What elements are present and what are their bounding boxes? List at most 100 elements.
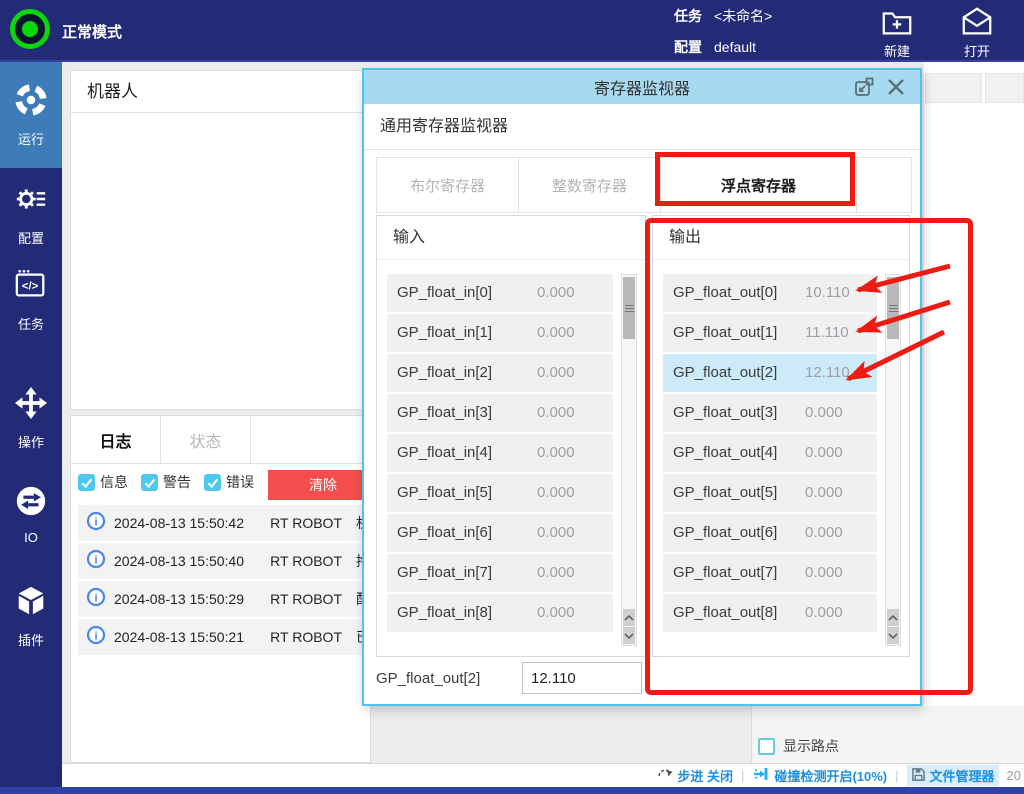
log-entry[interactable]: i 2024-08-13 15:50:42 RT ROBOT 机 [78, 505, 370, 541]
separator: | [741, 768, 744, 783]
checkbox-checked-icon[interactable] [78, 474, 95, 491]
register-name: GP_float_in[1] [397, 324, 492, 341]
scroll-down-button[interactable] [623, 627, 635, 644]
sidebar-item-operate[interactable]: 操作 [0, 386, 62, 451]
filter-label: 警告 [163, 472, 191, 492]
show-waypoints-row[interactable]: 显示路点 [758, 736, 839, 756]
sidebar-item-plugin[interactable]: 插件 [0, 584, 62, 649]
register-row[interactable]: GP_float_in[6] 0.000 [387, 514, 613, 552]
config-value: default [714, 39, 756, 55]
background-header-cell [985, 73, 1024, 103]
input-register-list: GP_float_in[0] 0.000 GP_float_in[1] 0.00… [387, 274, 613, 634]
register-row[interactable]: GP_float_out[6] 0.000 [663, 514, 877, 552]
register-row[interactable]: GP_float_in[2] 0.000 [387, 354, 613, 392]
register-name: GP_float_in[0] [397, 284, 492, 301]
scrollbar-thumb[interactable] [623, 277, 635, 339]
step-arrow-icon [657, 767, 673, 784]
register-name: GP_float_out[1] [673, 324, 777, 341]
log-filter[interactable]: 错误 [204, 472, 254, 492]
register-row[interactable]: GP_float_out[7] 0.000 [663, 554, 877, 592]
sidebar-item-run[interactable]: 运行 [0, 62, 62, 168]
popout-icon[interactable] [854, 77, 874, 97]
background-header-cell [925, 73, 982, 103]
input-scrollbar[interactable] [621, 274, 637, 646]
log-entry[interactable]: i 2024-08-13 15:50:29 RT ROBOT 配 [78, 581, 370, 617]
floppy-icon [911, 767, 926, 785]
collision-detection-status[interactable]: 碰撞检测开启(10%) [752, 766, 887, 785]
tab-float-registers[interactable]: 浮点寄存器 [661, 158, 857, 212]
log-time: 2024-08-13 15:50:42 [114, 515, 248, 531]
register-row[interactable]: GP_float_out[3] 0.000 [663, 394, 877, 432]
register-value: 0.000 [537, 324, 575, 341]
register-value: 0.000 [805, 444, 843, 461]
register-name: GP_float_out[2] [673, 364, 777, 381]
register-row[interactable]: GP_float_out[4] 0.000 [663, 434, 877, 472]
register-value: 0.000 [537, 364, 575, 381]
checkbox-checked-icon[interactable] [204, 474, 221, 491]
move-arrows-icon [14, 386, 48, 425]
task-label: 任务 [674, 8, 702, 24]
checkbox-checked-icon[interactable] [141, 474, 158, 491]
scroll-up-button[interactable] [623, 609, 635, 626]
tab-int-registers[interactable]: 整数寄存器 [519, 158, 661, 212]
register-row[interactable]: GP_float_in[7] 0.000 [387, 554, 613, 592]
sidebar-item-config[interactable]: 配置 [0, 182, 62, 247]
tab-log[interactable]: 日志 [71, 416, 161, 463]
register-row[interactable]: GP_float_out[0] 10.110 [663, 274, 877, 312]
scroll-down-button[interactable] [887, 627, 899, 644]
dialog-titlebar[interactable]: 寄存器监视器 [364, 70, 920, 104]
sidebar-item-io[interactable]: IO [0, 484, 62, 545]
register-name: GP_float_out[4] [673, 444, 777, 461]
register-row[interactable]: GP_float_out[8] 0.000 [663, 594, 877, 632]
register-row[interactable]: GP_float_in[5] 0.000 [387, 474, 613, 512]
register-row[interactable]: GP_float_out[5] 0.000 [663, 474, 877, 512]
register-row[interactable]: GP_float_in[0] 0.000 [387, 274, 613, 312]
register-row[interactable]: GP_float_out[2] 12.110 [663, 354, 877, 392]
register-row[interactable]: GP_float_out[1] 11.110 [663, 314, 877, 352]
log-time: 2024-08-13 15:50:29 [114, 591, 248, 607]
register-name: GP_float_out[0] [673, 284, 777, 301]
register-row[interactable]: GP_float_in[3] 0.000 [387, 394, 613, 432]
collision-label: 碰撞检测开启(10%) [774, 766, 887, 785]
register-row[interactable]: GP_float_in[4] 0.000 [387, 434, 613, 472]
filter-label: 错误 [226, 472, 254, 492]
status-bar: 步进 关闭 | 碰撞检测开启(10%) | 文件管理器 20 [62, 763, 1024, 787]
output-registers-panel: 输出 GP_float_out[0] 10.110 GP_float_out[1… [652, 215, 910, 657]
log-filters: 信息 警告 错误 [78, 472, 254, 492]
new-file-icon [880, 5, 914, 39]
register-row[interactable]: GP_float_in[8] 0.000 [387, 594, 613, 632]
register-value: 0.000 [805, 524, 843, 541]
log-filter[interactable]: 信息 [78, 472, 128, 492]
register-value-input[interactable] [522, 662, 642, 694]
close-icon[interactable] [886, 77, 906, 97]
editor-register-name: GP_float_out[2] [376, 670, 522, 687]
open-button[interactable]: 打开 [948, 5, 1006, 60]
scrollbar-thumb[interactable] [887, 277, 899, 339]
log-entry[interactable]: i 2024-08-13 15:50:21 RT ROBOT 已 [78, 619, 370, 655]
log-time: 2024-08-13 15:50:40 [114, 553, 248, 569]
tab-bool-registers[interactable]: 布尔寄存器 [377, 158, 519, 212]
register-value: 0.000 [805, 604, 843, 621]
register-row[interactable]: GP_float_in[1] 0.000 [387, 314, 613, 352]
log-entry[interactable]: i 2024-08-13 15:50:40 RT ROBOT 拖 [78, 543, 370, 579]
output-scrollbar[interactable] [885, 274, 901, 646]
file-manager-button[interactable]: 文件管理器 [907, 765, 999, 786]
input-registers-panel: 输入 GP_float_in[0] 0.000 GP_float_in[1] 0… [376, 215, 646, 657]
log-filter[interactable]: 警告 [141, 472, 191, 492]
scroll-up-button[interactable] [887, 609, 899, 626]
new-button[interactable]: 新建 [868, 5, 926, 60]
sidebar-item-task[interactable]: </> 任务 [0, 268, 62, 333]
register-monitor-dialog: 寄存器监视器 通用寄存器监视器 布尔寄存器 整数寄存器 浮点寄存器 输入 GP_… [362, 68, 922, 706]
register-value: 0.000 [537, 484, 575, 501]
dialog-subtitle: 通用寄存器监视器 [364, 104, 920, 150]
checkbox-unchecked-icon[interactable] [758, 738, 775, 755]
status-trailing-text: 20 [1007, 768, 1021, 783]
log-source: RT ROBOT [270, 591, 342, 607]
svg-text:i: i [94, 554, 97, 566]
filter-label: 信息 [100, 472, 128, 492]
step-mode-status[interactable]: 步进 关闭 [657, 766, 733, 785]
right-panel-background [924, 62, 1024, 706]
log-tab-bar: 日志 状态 [71, 416, 370, 464]
step-mode-label: 步进 关闭 [677, 766, 733, 785]
tab-status[interactable]: 状态 [161, 416, 251, 463]
